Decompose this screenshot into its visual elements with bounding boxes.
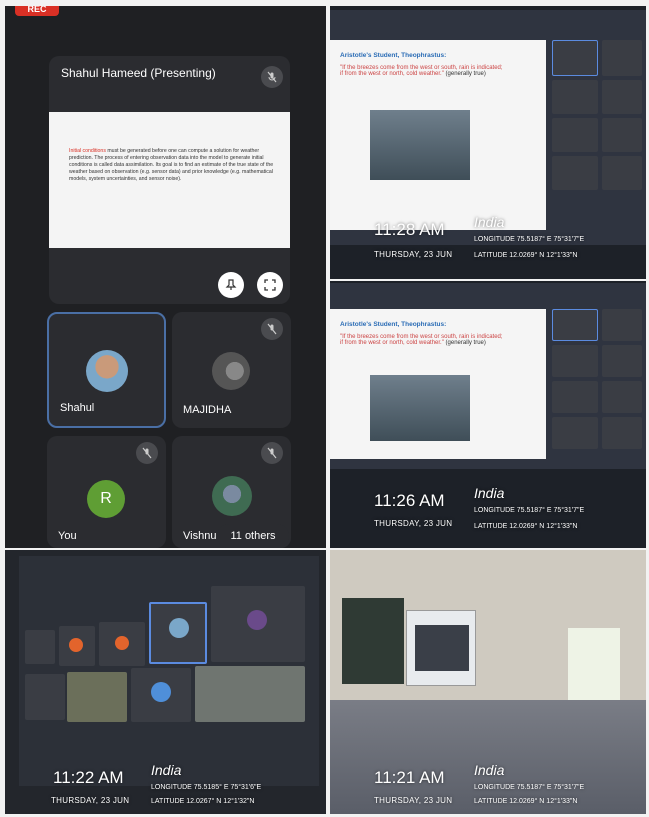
pin-icon xyxy=(225,279,237,290)
recording-badge: REC xyxy=(15,6,59,16)
video-tile xyxy=(552,345,598,377)
video-tile xyxy=(602,309,642,341)
fullscreen-icon xyxy=(264,279,276,291)
avatar xyxy=(212,476,252,516)
presentation-tile[interactable]: Shahul Hameed (Presenting) Initial condi… xyxy=(49,56,290,304)
video-tile xyxy=(211,586,305,662)
video-tile xyxy=(602,40,642,76)
screenshot-collage: REC Shahul Hameed (Presenting) Initial c… xyxy=(0,0,649,817)
presenter-title: Shahul Hameed (Presenting) xyxy=(61,66,216,80)
participant-name: Shahul xyxy=(60,402,95,414)
photo-projector-1122: 11:22 AM India LONGITUDE 75.5185° E 75°3… xyxy=(5,550,326,814)
participant-tile-shahul[interactable]: Shahul xyxy=(47,312,166,428)
projected-slide: Aristotle's Student, Theophrastus: "If th… xyxy=(330,40,546,230)
timestamp-overlay: 11:22 AM India LONGITUDE 75.5185° E 75°3… xyxy=(51,762,262,805)
participant-tile-majidha[interactable]: MAJIDHA xyxy=(172,312,291,428)
video-tile xyxy=(552,309,598,341)
blackboard xyxy=(342,598,404,684)
video-tile xyxy=(602,345,642,377)
fullscreen-button[interactable] xyxy=(257,272,283,298)
video-tile xyxy=(602,381,642,413)
participant-name: You xyxy=(58,530,77,542)
photo-classroom-1121: 11:21 AM India LONGITUDE 75.5187° E 75°3… xyxy=(330,550,646,814)
video-tile xyxy=(602,156,642,190)
video-tile xyxy=(552,118,598,152)
video-tile xyxy=(25,674,65,720)
participant-tile-you[interactable]: R You xyxy=(47,436,166,548)
photo-projector-1126: Aristotle's Student, Theophrastus: "If th… xyxy=(330,281,646,548)
mic-off-icon xyxy=(261,318,283,340)
video-tile xyxy=(552,80,598,114)
video-tile xyxy=(602,417,642,449)
video-tile xyxy=(59,626,95,666)
avatar xyxy=(86,350,128,392)
video-tile xyxy=(149,602,207,664)
mic-off-icon xyxy=(136,442,158,464)
avatar xyxy=(212,352,250,390)
avatar: R xyxy=(87,480,125,518)
video-tile xyxy=(602,80,642,114)
video-tile xyxy=(195,666,305,722)
mic-off-icon xyxy=(261,66,283,88)
video-tile xyxy=(602,118,642,152)
photo-projector-1128: Aristotle's Student, Theophrastus: "If th… xyxy=(330,6,646,279)
projected-slide: Aristotle's Student, Theophrastus: "If th… xyxy=(330,309,546,459)
video-tile xyxy=(552,381,598,413)
video-tile xyxy=(552,156,598,190)
timestamp-overlay: 11:28 AM India LONGITUDE 75.5187° E 75°3… xyxy=(374,214,585,259)
video-tile xyxy=(552,417,598,449)
participant-name: Vishnu xyxy=(183,530,217,542)
video-tile xyxy=(131,668,191,722)
pin-button[interactable] xyxy=(218,272,244,298)
shared-slide: Initial conditions must be generated bef… xyxy=(49,112,290,248)
video-tile xyxy=(99,622,145,666)
slide-text: Initial conditions must be generated bef… xyxy=(69,148,274,182)
participant-name: MAJIDHA xyxy=(183,404,232,416)
video-tile xyxy=(25,630,55,664)
others-count-button[interactable]: 11 others xyxy=(217,524,289,548)
timestamp-overlay: 11:26 AM India LONGITUDE 75.5187° E 75°3… xyxy=(374,485,585,530)
projection-screen xyxy=(406,610,476,686)
timestamp-overlay: 11:21 AM India LONGITUDE 75.5187° E 75°3… xyxy=(374,762,585,805)
meet-screen: REC Shahul Hameed (Presenting) Initial c… xyxy=(5,6,326,548)
video-tile xyxy=(67,672,127,722)
cloud-image xyxy=(370,110,470,180)
mic-off-icon xyxy=(261,442,283,464)
cloud-image xyxy=(370,375,470,441)
video-tile xyxy=(552,40,598,76)
